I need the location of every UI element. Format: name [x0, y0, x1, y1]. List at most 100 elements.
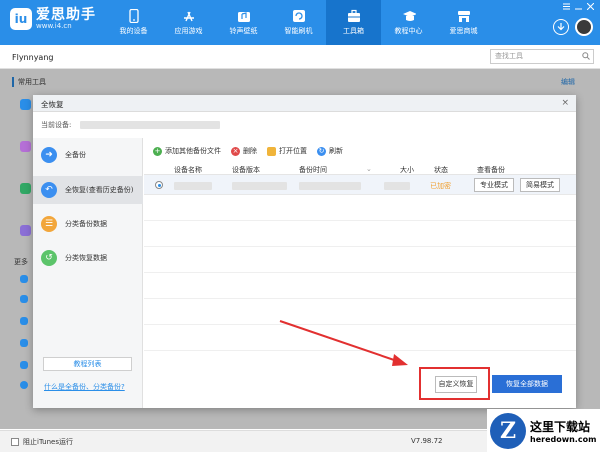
- encrypted-status: 已加密: [430, 182, 451, 190]
- watermark-logo: Z: [490, 412, 526, 449]
- tutorial-icon: [402, 9, 416, 23]
- restore-side-menu: ➜ 全备份 ↶ 全恢复(查看历史备份) ☰ 分类备份数据 ↺ 分类恢复数据 教程…: [33, 138, 143, 408]
- tool-icon: [20, 361, 28, 369]
- table-row: [144, 325, 576, 351]
- block-itunes-label: 阻止iTunes运行: [23, 438, 73, 446]
- column-header: 设备版本: [232, 166, 260, 174]
- table-row: [144, 195, 576, 221]
- refresh-icon: ↻: [317, 146, 326, 156]
- row-radio[interactable]: [155, 181, 163, 189]
- watermark-title: 这里下载站: [530, 419, 591, 434]
- restore-all-button[interactable]: 恢复全部数据: [492, 375, 562, 393]
- simple-mode-button[interactable]: 简易模式: [520, 178, 560, 192]
- backup-arrow-icon: ➜: [41, 147, 57, 163]
- refresh-button[interactable]: ↻ 刷新: [317, 146, 343, 156]
- dialog-header: 全恢复 ×: [33, 95, 576, 112]
- tool-icon: [20, 99, 31, 110]
- ringtone-icon: [237, 9, 251, 23]
- menu-item-full-restore[interactable]: ↶ 全恢复(查看历史备份): [33, 176, 143, 204]
- menu-item-full-backup[interactable]: ➜ 全备份: [33, 141, 143, 169]
- tool-icon: [20, 339, 28, 347]
- table-row: [144, 273, 576, 299]
- open-location-button[interactable]: 打开位置: [267, 146, 307, 156]
- block-itunes-checkbox[interactable]: [11, 438, 19, 446]
- main-nav: 我的设备 应用游戏 铃声壁纸 智能刷机 工具箱 教程中心 爱思商城: [106, 0, 491, 45]
- menu-item-category-restore[interactable]: ↺ 分类恢复数据: [33, 244, 143, 272]
- nav-item-shop[interactable]: 爱思商城: [436, 0, 491, 45]
- avatar[interactable]: [575, 18, 593, 36]
- redacted-size: [384, 182, 410, 190]
- minimize-icon[interactable]: [575, 3, 582, 10]
- full-restore-dialog: 全恢复 × 当前设备: ➜ 全备份 ↶ 全恢复(查看历史备份) ☰ 分类备份数据…: [33, 95, 576, 408]
- tool-icon: [20, 275, 28, 283]
- nav-item-flash[interactable]: 智能刷机: [271, 0, 326, 45]
- table-row: [144, 299, 576, 325]
- backup-table: 设备名称 设备版本 备份时间 ⌄ 大小 状态 查看备份 已加密 专业模式 简易模…: [144, 162, 576, 351]
- column-header: 设备名称: [174, 166, 202, 174]
- tool-icon: [20, 295, 28, 303]
- close-icon[interactable]: [586, 2, 595, 11]
- app-store-icon: [182, 9, 196, 23]
- tool-icon: [20, 381, 28, 389]
- nav-item-ringtones[interactable]: 铃声壁纸: [216, 0, 271, 45]
- nav-item-my-device[interactable]: 我的设备: [106, 0, 161, 45]
- table-header: 设备名称 设备版本 备份时间 ⌄ 大小 状态 查看备份: [144, 162, 576, 175]
- phone-icon: [127, 9, 141, 23]
- table-row: [144, 221, 576, 247]
- backup-toolbar: + 添加其他备份文件 × 删除 打开位置 ↻ 刷新: [153, 146, 343, 156]
- redacted-device-info: [79, 121, 220, 129]
- tool-icon: [20, 317, 28, 325]
- annotation-highlight-box: [419, 367, 490, 400]
- version-label: V7.98.72: [411, 437, 443, 445]
- nav-item-apps-games[interactable]: 应用游戏: [161, 0, 216, 45]
- menu-icon[interactable]: [563, 3, 570, 10]
- logo-icon: iu: [10, 8, 32, 30]
- search-icon: [582, 52, 590, 65]
- column-header: 大小: [400, 166, 414, 174]
- add-backup-button[interactable]: + 添加其他备份文件: [153, 146, 221, 156]
- app-url: www.i4.cn: [36, 22, 72, 30]
- toolbox-icon: [347, 9, 361, 23]
- nav-item-toolbox[interactable]: 工具箱: [326, 0, 381, 45]
- more-section-label: 更多: [14, 258, 28, 266]
- close-icon[interactable]: ×: [561, 98, 569, 108]
- current-device-label: 当前设备:: [41, 121, 72, 129]
- search-input[interactable]: 查找工具: [490, 49, 594, 64]
- nav-item-tutorials[interactable]: 教程中心: [381, 0, 436, 45]
- redacted-device-name: [174, 182, 212, 190]
- top-nav-bar: iu 爱思助手 www.i4.cn 我的设备 应用游戏 铃声壁纸 智能刷机 工具…: [0, 0, 600, 45]
- menu-item-category-backup[interactable]: ☰ 分类备份数据: [33, 210, 143, 238]
- column-header: 状态: [434, 166, 448, 174]
- app-title: 爱思助手: [36, 7, 96, 23]
- category-restore-icon: ↺: [41, 250, 57, 266]
- flash-icon: [292, 9, 306, 23]
- window-controls: [563, 2, 595, 11]
- tutorial-list-button[interactable]: 教程列表: [43, 357, 132, 371]
- download-icon[interactable]: [553, 19, 569, 35]
- column-header: 查看备份: [477, 166, 505, 174]
- app-logo: iu 爱思助手 www.i4.cn: [10, 8, 96, 30]
- tool-icon: [20, 183, 31, 194]
- tool-icon: [20, 141, 31, 152]
- redacted-backup-time: [299, 182, 361, 190]
- add-icon: +: [153, 146, 162, 156]
- table-row: [144, 247, 576, 273]
- redacted-device-version: [232, 182, 287, 190]
- folder-icon: [267, 146, 276, 156]
- column-header[interactable]: 备份时间: [299, 165, 327, 175]
- sort-chevron-icon[interactable]: ⌄: [366, 165, 372, 173]
- table-row[interactable]: 已加密 专业模式 简易模式: [144, 175, 576, 195]
- category-backup-icon: ☰: [41, 216, 57, 232]
- delete-button[interactable]: × 删除: [231, 146, 257, 156]
- pro-mode-button[interactable]: 专业模式: [474, 178, 514, 192]
- app-window: iu 爱思助手 www.i4.cn 我的设备 应用游戏 铃声壁纸 智能刷机 工具…: [0, 0, 600, 452]
- backup-help-link[interactable]: 什么是全备份、分类备份?: [44, 382, 125, 392]
- delete-icon: ×: [231, 146, 240, 156]
- site-watermark: Z 这里下载站 heredown.com: [487, 409, 600, 452]
- watermark-url: heredown.com: [530, 434, 597, 444]
- device-tab[interactable]: Flynnyang: [12, 53, 53, 62]
- tool-icon: [20, 225, 31, 236]
- shop-icon: [457, 9, 471, 23]
- dialog-title: 全恢复: [41, 100, 64, 109]
- current-device-row: 当前设备:: [41, 120, 220, 130]
